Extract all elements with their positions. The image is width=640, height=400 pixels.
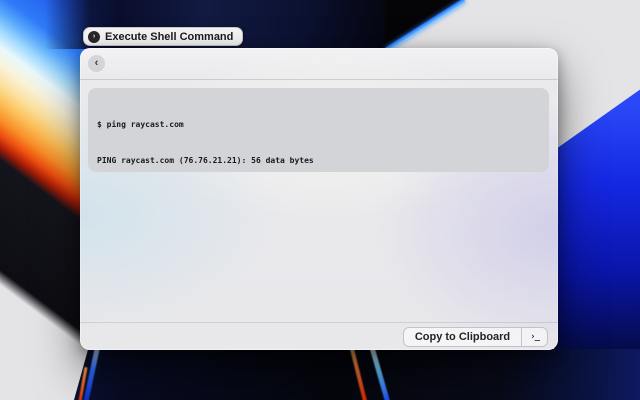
wallpaper-arc-blue bbox=[81, 345, 100, 400]
chevron-left-icon: ‹ bbox=[95, 56, 99, 71]
wallpaper-arc-orange bbox=[78, 367, 88, 400]
wallpaper-arc-orange2 bbox=[350, 347, 368, 400]
command-tooltip: › Execute Shell Command bbox=[83, 27, 243, 46]
footer-action-group: Copy to Clipboard ›_ bbox=[403, 327, 548, 347]
copy-to-clipboard-button[interactable]: Copy to Clipboard bbox=[404, 328, 521, 346]
shell-command-icon: › bbox=[88, 31, 100, 43]
wallpaper-blue-streak bbox=[385, 0, 465, 52]
wallpaper-top-right-triangle bbox=[385, 0, 468, 49]
wallpaper-arc-cyan bbox=[370, 347, 391, 400]
wallpaper-right-blue-band bbox=[554, 80, 640, 400]
terminal-line: PING raycast.com (76.76.21.21): 56 data … bbox=[97, 155, 540, 167]
terminal-prompt-icon: ›_ bbox=[522, 332, 547, 342]
command-tooltip-label: Execute Shell Command bbox=[105, 31, 233, 43]
window-header: ‹ bbox=[80, 48, 558, 80]
terminal-output: $ ping raycast.com PING raycast.com (76.… bbox=[88, 88, 549, 172]
window-footer: Copy to Clipboard ›_ bbox=[80, 322, 558, 350]
wallpaper-bottom-dark-band bbox=[74, 349, 640, 400]
terminal-line: $ ping raycast.com bbox=[97, 119, 540, 131]
raycast-window: ‹ $ ping raycast.com PING raycast.com (7… bbox=[80, 48, 558, 350]
back-button[interactable]: ‹ bbox=[88, 55, 105, 72]
desktop: › Execute Shell Command ‹ $ ping raycast… bbox=[0, 0, 640, 400]
